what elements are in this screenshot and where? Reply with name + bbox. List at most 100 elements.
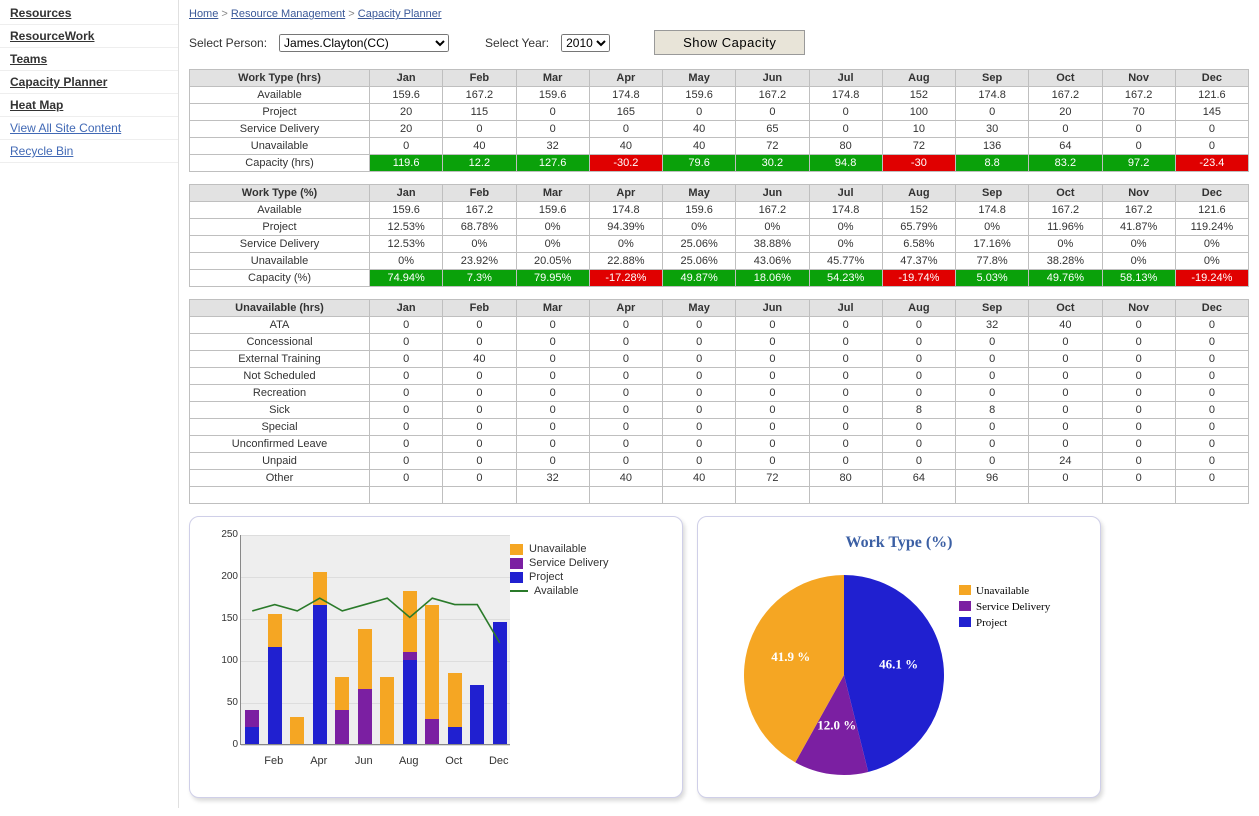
cell: -19.74% [882, 270, 955, 287]
cell: 0 [736, 368, 809, 385]
cell: 0 [443, 470, 516, 487]
cell: 0% [1029, 236, 1102, 253]
x-axis-label: Dec [489, 755, 509, 767]
cell: 0 [882, 368, 955, 385]
month-header: Aug [882, 300, 955, 317]
cell: 24 [1029, 453, 1102, 470]
cell: 11.96% [1029, 219, 1102, 236]
show-capacity-button[interactable]: Show Capacity [654, 30, 805, 55]
cell: 0 [1029, 121, 1102, 138]
cell: 72 [882, 138, 955, 155]
cell: -23.4 [1175, 155, 1248, 172]
cell: 20.05% [516, 253, 589, 270]
cell: 167.2 [1102, 87, 1175, 104]
cell: 174.8 [809, 202, 882, 219]
month-header: Dec [1175, 70, 1248, 87]
cell: 167.2 [443, 202, 516, 219]
cell: 0 [516, 351, 589, 368]
cell: 0 [370, 138, 443, 155]
cell: 152 [882, 202, 955, 219]
sidebar-item-teams[interactable]: Teams [0, 48, 178, 71]
cell: 0 [736, 436, 809, 453]
row-label: Service Delivery [190, 121, 370, 138]
month-header: Aug [882, 70, 955, 87]
cell: 41.87% [1102, 219, 1175, 236]
cell: 18.06% [736, 270, 809, 287]
cell: 0 [663, 453, 736, 470]
cell: 0 [1175, 368, 1248, 385]
sidebar-item-resourcework[interactable]: ResourceWork [0, 25, 178, 48]
row-label: Project [190, 219, 370, 236]
cell: 0 [370, 334, 443, 351]
cell: 0 [1102, 419, 1175, 436]
sidebar-item-heat-map[interactable]: Heat Map [0, 94, 178, 117]
cell: 8 [956, 402, 1029, 419]
table-row: Service Delivery12.53%0%0%0%25.06%38.88%… [190, 236, 1249, 253]
cell: 0 [1029, 385, 1102, 402]
cell: 20 [370, 121, 443, 138]
data-table: Unavailable (hrs)JanFebMarAprMayJunJulAu… [189, 299, 1249, 504]
cell: 159.6 [663, 202, 736, 219]
cell: 0 [1175, 317, 1248, 334]
cell: 38.88% [736, 236, 809, 253]
cell: 12.53% [370, 219, 443, 236]
breadcrumb-cp[interactable]: Capacity Planner [358, 8, 442, 20]
table-row: Concessional000000000000 [190, 334, 1249, 351]
month-header: Feb [443, 300, 516, 317]
row-label: Capacity (%) [190, 270, 370, 287]
cell: 0 [370, 368, 443, 385]
table-row: Capacity (hrs)119.612.2127.6-30.279.630.… [190, 155, 1249, 172]
cell: 65.79% [882, 219, 955, 236]
cell: 12.2 [443, 155, 516, 172]
table-row: Not Scheduled000000000000 [190, 368, 1249, 385]
cell: 167.2 [736, 202, 809, 219]
cell: 49.87% [663, 270, 736, 287]
breadcrumb-home[interactable]: Home [189, 8, 218, 20]
cell: 167.2 [443, 87, 516, 104]
table-row: ATA00000000324000 [190, 317, 1249, 334]
cell: 79.6 [663, 155, 736, 172]
breadcrumb-rm[interactable]: Resource Management [231, 8, 345, 20]
table-row: Available159.6167.2159.6174.8159.6167.21… [190, 87, 1249, 104]
cell: 0 [516, 385, 589, 402]
month-header: Sep [956, 70, 1029, 87]
cell: 0 [1175, 334, 1248, 351]
cell: 0% [589, 236, 662, 253]
cell: 74.94% [370, 270, 443, 287]
cell: 54.23% [809, 270, 882, 287]
cell: 20 [370, 104, 443, 121]
person-label: Select Person: [189, 36, 267, 50]
cell: 94.8 [809, 155, 882, 172]
cell: 0% [370, 253, 443, 270]
cell: 167.2 [736, 87, 809, 104]
month-header: Jul [809, 300, 882, 317]
cell: 0 [370, 385, 443, 402]
cell: 174.8 [809, 87, 882, 104]
year-select[interactable]: 2010 [561, 34, 610, 52]
month-header: Jul [809, 70, 882, 87]
sidebar-item-recycle-bin[interactable]: Recycle Bin [0, 140, 178, 163]
month-header: Mar [516, 70, 589, 87]
row-label: Sick [190, 402, 370, 419]
cell: 0 [516, 334, 589, 351]
cell: 0 [1029, 470, 1102, 487]
table-row: Service Delivery20000406501030000 [190, 121, 1249, 138]
sidebar-item-resources[interactable]: Resources [0, 2, 178, 25]
cell: 0 [956, 104, 1029, 121]
bar-chart: 050100150200250FebAprJunAugOctDec Unavai… [189, 516, 683, 798]
table-row: Sick000000088000 [190, 402, 1249, 419]
cell: 5.03% [956, 270, 1029, 287]
cell: 159.6 [370, 87, 443, 104]
month-header: Aug [882, 185, 955, 202]
month-header: Feb [443, 185, 516, 202]
sidebar-item-capacity-planner[interactable]: Capacity Planner [0, 71, 178, 94]
cell: 0 [1102, 368, 1175, 385]
cell: 0 [589, 121, 662, 138]
person-select[interactable]: James.Clayton(CC) [279, 34, 449, 52]
cell: 38.28% [1029, 253, 1102, 270]
cell: 0 [1102, 453, 1175, 470]
sidebar-item-view-all[interactable]: View All Site Content [0, 117, 178, 140]
cell: 121.6 [1175, 87, 1248, 104]
cell: 0 [589, 334, 662, 351]
cell: 0 [736, 317, 809, 334]
